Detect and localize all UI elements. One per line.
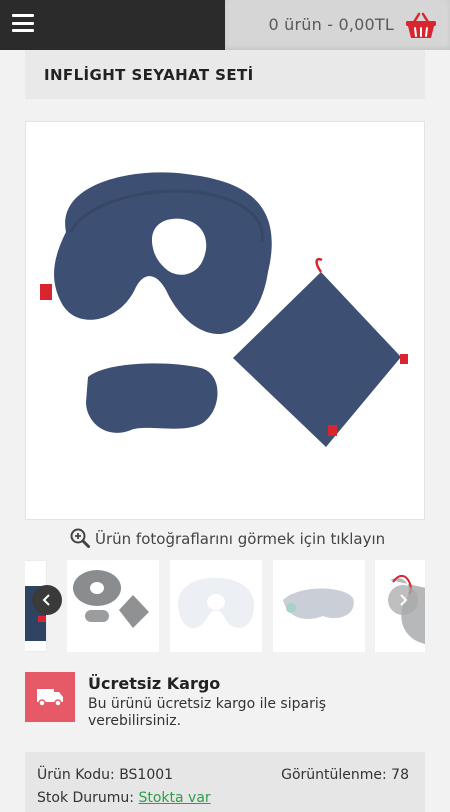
carousel-prev-button[interactable] [32,585,62,615]
views-label: Görüntülenme: [281,767,387,783]
product-photo[interactable] [26,122,424,519]
carousel-next-button[interactable] [388,585,418,615]
views-value: 78 [391,767,409,783]
truck-icon [37,689,63,707]
stock-label: Stok Durumu: [37,790,135,806]
zoom-in-icon [70,528,90,548]
stock-status[interactable]: Stokta var [138,790,210,806]
thumbnail-gri-set[interactable] [67,560,159,652]
stock-row: Stok Durumu: Stokta var [37,790,211,806]
product-content: INFLİGHT SEYAHAT SETİ Ürün fotoğrafların… [25,50,425,812]
basket-icon[interactable] [405,11,437,39]
product-code-row: Ürün Kodu: BS1001 [37,767,173,783]
product-details: Ürün Kodu: BS1001 Görüntülenme: 78 Stok … [25,752,425,812]
views-row: Görüntülenme: 78 [281,767,409,783]
product-title-bar: INFLİGHT SEYAHAT SETİ [25,50,425,99]
cargo-description: Bu ürünü ücretsiz kargo ile sipariş vere… [88,696,327,729]
hamburger-menu-icon[interactable] [12,14,34,32]
free-shipping-info: Ücretsiz Kargo Bu ürünü ücretsiz kargo i… [25,672,425,732]
cart-button[interactable]: 0 ürün - 0,00TL [225,0,450,50]
cargo-title: Ücretsiz Kargo [88,674,221,693]
product-main-image[interactable] [25,121,425,520]
zoom-hint-text[interactable]: Ürün fotoğraflarını görmek için tıklayın [95,530,385,548]
product-code-value: BS1001 [119,767,174,783]
menu-button[interactable] [0,0,225,50]
cart-summary[interactable]: 0 ürün - 0,00TL [268,15,394,34]
top-bar: 0 ürün - 0,00TL [0,0,450,50]
cargo-icon-box [25,672,75,722]
chevron-left-icon [42,594,50,606]
chevron-right-icon [400,594,408,606]
thumbnail-carousel [25,560,425,652]
product-title: INFLİGHT SEYAHAT SETİ [44,66,254,84]
product-code-label: Ürün Kodu: [37,767,115,783]
thumbnail-goz-bandi[interactable] [273,560,365,652]
thumbnail-beyaz-yastik[interactable] [170,560,262,652]
